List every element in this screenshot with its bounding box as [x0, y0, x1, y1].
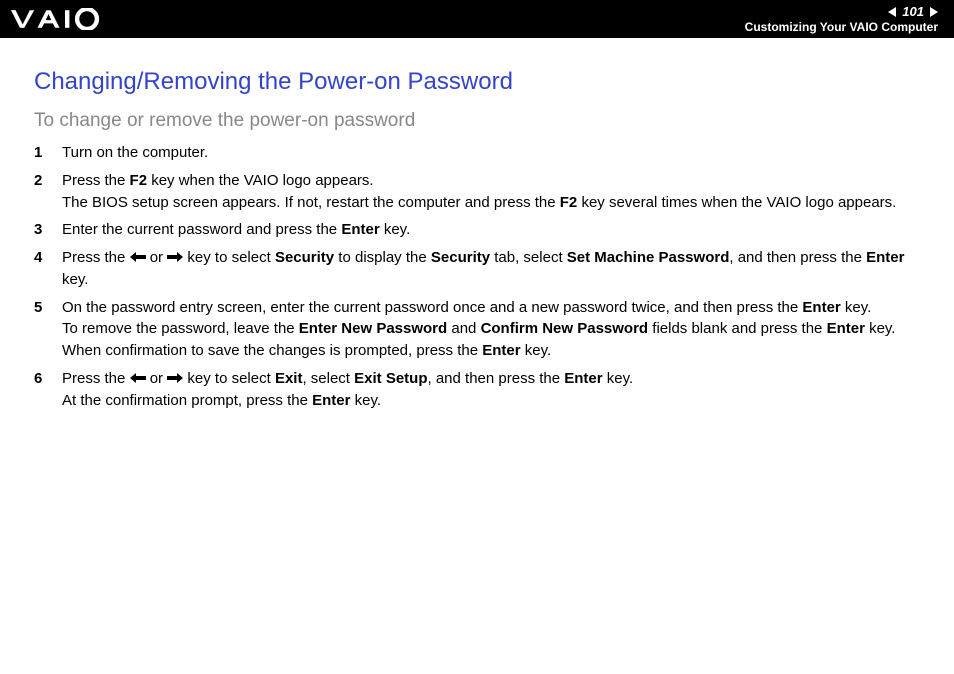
step-body: Press the or key to select Security to d… [62, 247, 920, 291]
step-body: Press the F2 key when the VAIO logo appe… [62, 170, 920, 214]
breadcrumb: Customizing Your VAIO Computer [745, 20, 938, 34]
step-number: 5 [34, 297, 62, 319]
step-number: 4 [34, 247, 62, 269]
arrow-right-icon [167, 373, 183, 383]
arrow-right-icon [167, 252, 183, 262]
step-number: 2 [34, 170, 62, 192]
page-nav: 101 [888, 4, 938, 20]
arrow-left-icon [130, 373, 146, 383]
page-number: 101 [902, 4, 924, 20]
page-content: Changing/Removing the Power-on Password … [0, 38, 954, 411]
steps-list: 1Turn on the computer.2Press the F2 key … [34, 142, 920, 411]
header-bar: 101 Customizing Your VAIO Computer [0, 0, 954, 38]
step-item: 5On the password entry screen, enter the… [34, 297, 920, 362]
prev-page-icon[interactable] [888, 7, 896, 17]
step-number: 3 [34, 219, 62, 241]
step-item: 4Press the or key to select Security to … [34, 247, 920, 291]
step-body: Enter the current password and press the… [62, 219, 920, 241]
step-body: Press the or key to select Exit, select … [62, 368, 920, 412]
step-body: Turn on the computer. [62, 142, 920, 164]
vaio-logo [10, 0, 109, 38]
step-number: 1 [34, 142, 62, 164]
step-item: 6Press the or key to select Exit, select… [34, 368, 920, 412]
header-right: 101 Customizing Your VAIO Computer [745, 4, 938, 34]
step-item: 3Enter the current password and press th… [34, 219, 920, 241]
step-number: 6 [34, 368, 62, 390]
step-body: On the password entry screen, enter the … [62, 297, 920, 362]
step-item: 2Press the F2 key when the VAIO logo app… [34, 170, 920, 214]
arrow-left-icon [130, 252, 146, 262]
next-page-icon[interactable] [930, 7, 938, 17]
page-title: Changing/Removing the Power-on Password [34, 68, 920, 96]
page-subtitle: To change or remove the power-on passwor… [34, 110, 920, 132]
step-item: 1Turn on the computer. [34, 142, 920, 164]
